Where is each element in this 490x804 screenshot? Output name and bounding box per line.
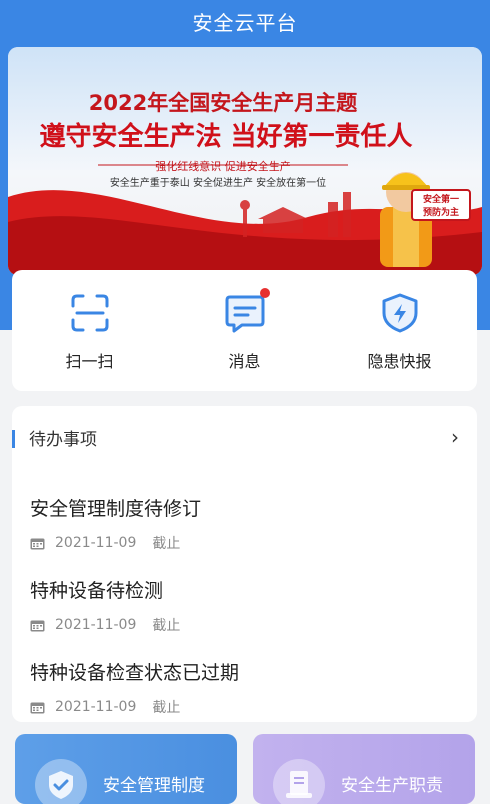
- todo-item-name: 安全管理制度待修订: [30, 498, 202, 520]
- document-icon: [273, 759, 325, 804]
- banner-line: 安全生产重于泰山 安全促进生产 安全放在第一位: [110, 176, 326, 189]
- todo-item-meta: 2021-11-09 截止: [30, 615, 460, 635]
- todo-item-date: 2021-11-09: [55, 699, 137, 715]
- message-label: 消息: [228, 352, 261, 371]
- hazard-report-button[interactable]: 隐患快报: [322, 270, 477, 391]
- banner-slogan: 遵守安全生产法 当好第一责任人: [39, 121, 412, 152]
- safety-duty-label: 安全生产职责: [341, 776, 443, 796]
- svg-text:预防为主: 预防为主: [423, 206, 459, 218]
- scan-button[interactable]: 扫一扫: [12, 270, 167, 391]
- todo-item-meta: 2021-11-09 截止: [30, 697, 460, 717]
- todo-item-meta: 2021-11-09 截止: [30, 533, 460, 553]
- safety-management-card[interactable]: 安全管理制度: [15, 734, 237, 804]
- svg-text:安全第一: 安全第一: [423, 193, 459, 205]
- scan-icon: [69, 292, 111, 334]
- todo-item[interactable]: 特种设备待检测 2021-11-09 截止: [30, 576, 460, 635]
- calendar-icon: [30, 538, 45, 549]
- todo-item-deadline: 截止: [152, 536, 181, 552]
- calendar-icon: [30, 620, 45, 631]
- scan-label: 扫一扫: [65, 352, 114, 371]
- todo-item[interactable]: 特种设备检查状态已过期 2021-11-09 截止: [30, 658, 460, 717]
- todo-item-date: 2021-11-09: [55, 535, 137, 551]
- shield-check-icon: [35, 759, 87, 804]
- calendar-icon: [30, 702, 45, 713]
- todo-panel: 待办事项 › 安全管理制度待修订 2021-11-09 截止 特种设备待检测 2…: [12, 406, 477, 722]
- banner-sub: 强化红线意识 促进安全生产: [155, 159, 291, 173]
- todo-header: 待办事项 ›: [12, 422, 477, 452]
- safety-duty-card[interactable]: 安全生产职责: [253, 734, 475, 804]
- todo-item-name: 特种设备待检测: [30, 580, 164, 602]
- unread-dot: [259, 288, 270, 298]
- page-title: 安全云平台: [192, 11, 298, 35]
- banner-heading: 2022年全国安全生产月主题: [89, 91, 358, 115]
- todo-title: 待办事项: [29, 430, 97, 450]
- message-button[interactable]: 消息: [167, 270, 322, 391]
- todo-item-deadline: 截止: [152, 700, 181, 716]
- promo-banner[interactable]: 2022年全国安全生产月主题 遵守安全生产法 当好第一责任人 强化红线意识 促进…: [8, 47, 482, 275]
- message-icon: [224, 288, 270, 334]
- todo-item-deadline: 截止: [152, 618, 181, 634]
- todo-item[interactable]: 安全管理制度待修订 2021-11-09 截止: [30, 494, 460, 553]
- chevron-right-icon[interactable]: ›: [451, 425, 459, 449]
- todo-item-date: 2021-11-09: [55, 617, 137, 633]
- todo-item-name: 特种设备检查状态已过期: [30, 662, 240, 684]
- safety-management-label: 安全管理制度: [103, 776, 205, 796]
- section-accent-bar: [12, 430, 15, 448]
- shield-bolt-icon: [379, 292, 421, 334]
- quick-actions: 扫一扫 消息 隐患快报: [12, 270, 477, 391]
- hazard-report-label: 隐患快报: [367, 352, 432, 371]
- safety-badge: 安全第一 预防为主: [411, 189, 471, 221]
